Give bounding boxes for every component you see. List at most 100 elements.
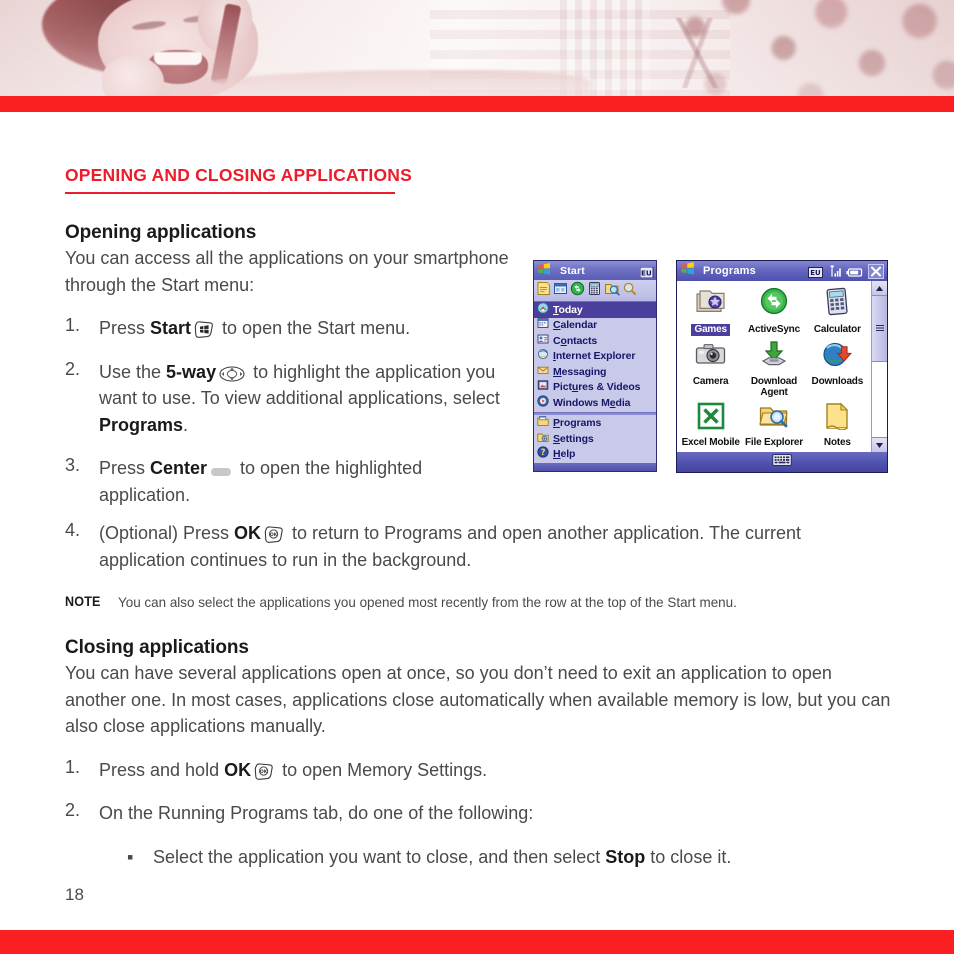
bullet-marker: ▪ [127, 846, 134, 867]
region-badge: EU [639, 265, 655, 283]
start-menu-item-contacts[interactable]: Contacts [534, 333, 656, 349]
svg-text:EU: EU [810, 269, 821, 277]
list-text: Use the 5-way to highlight the applicati… [99, 359, 517, 439]
windows-flag-icon [680, 262, 695, 280]
camera-icon [694, 341, 728, 374]
step-pre: (Optional) Press [99, 523, 235, 543]
program-item-downloads[interactable]: Downloads [806, 338, 869, 399]
list-item: 2. On the Running Programs tab, do one o… [65, 800, 891, 827]
manual-page: OPENING AND CLOSING APPLICATIONS Opening… [0, 0, 954, 954]
program-item-file-explorer[interactable]: File Explorer [742, 399, 805, 453]
start-menu-label: Windows Media [553, 396, 631, 409]
program-label: Camera [692, 375, 729, 387]
programs-screenshot: Programs EU Games ActiveSync Calculator … [676, 260, 888, 473]
recent-applications-row[interactable] [534, 280, 656, 302]
program-item-download-agent[interactable]: Download Agent [742, 338, 805, 399]
bullet-bold: Stop [605, 846, 646, 867]
start-menu-item-internet-explorer[interactable]: Internet Explorer [534, 349, 656, 365]
start-menu-item-programs[interactable]: Programs [534, 416, 656, 432]
scrollbar-track[interactable] [872, 296, 887, 437]
note-text: You can also select the applications you… [118, 594, 738, 610]
calculator-icon[interactable] [587, 281, 602, 301]
list-item: 3. Press Center to open the highlighted … [65, 455, 517, 508]
signal-icon [828, 265, 842, 283]
start-menu-titlebar: Start EU [534, 261, 656, 280]
list-text: Press Center to open the highlighted app… [99, 455, 517, 508]
step-post: to open Memory Settings. [277, 759, 488, 780]
list-item: ▪ Select the application you want to clo… [65, 844, 891, 871]
start-menu-item-calendar[interactable]: Calendar [534, 318, 656, 334]
programs-content: Games ActiveSync Calculator Camera Downl [677, 281, 887, 452]
program-label: Downloads [811, 375, 864, 387]
footer-red-bar [0, 930, 954, 954]
keyboard-icon[interactable] [772, 453, 792, 472]
closing-heading: Closing applications [65, 637, 249, 658]
program-label: Games [691, 324, 730, 336]
start-menu-label: Settings [553, 432, 594, 445]
window-icon[interactable] [553, 281, 568, 301]
programs-title: Programs [703, 265, 756, 277]
step-bold: Center [150, 458, 208, 478]
excel-mobile-icon [697, 402, 725, 435]
step-post-2: . [183, 414, 189, 435]
step-bold: Start [150, 318, 192, 338]
list-item: 4. (Optional) Press OK OK to return to Pr… [65, 520, 891, 573]
svg-text:EU: EU [641, 268, 652, 277]
start-menu-item-pictures-videos[interactable]: Pictures & Videos [534, 380, 656, 396]
start-menu-item-windows-media[interactable]: Windows Media [534, 395, 656, 411]
list-number: 1. [65, 756, 81, 777]
opening-applications-section: Opening applications You can access all … [65, 222, 517, 508]
list-item: 1. Press Start to open the Start menu. [65, 315, 517, 342]
calculator-icon [824, 287, 850, 322]
step-bold: OK [224, 759, 252, 780]
notes-icon[interactable] [536, 281, 551, 301]
start-menu-label: Help [553, 448, 576, 461]
start-menu-footer-bar [534, 463, 656, 471]
search-icon[interactable] [622, 281, 637, 301]
start-key-icon [194, 321, 214, 338]
list-text: Select the application you want to close… [153, 844, 731, 871]
program-item-notes[interactable]: Notes [806, 399, 869, 453]
list-number: 3. [65, 455, 81, 475]
start-menu-item-help[interactable]: ? Help [534, 445, 656, 463]
programs-icon-grid[interactable]: Games ActiveSync Calculator Camera Downl [677, 281, 871, 452]
file-explorer-icon [758, 402, 790, 435]
divider [534, 411, 656, 415]
ok-key-icon: OK [264, 526, 284, 543]
scrollbar-thumb[interactable] [872, 296, 887, 362]
header-red-bar [0, 96, 954, 112]
start-menu-label: Contacts [553, 334, 598, 347]
start-menu-item-settings[interactable]: Settings [534, 431, 656, 447]
note-label: NOTE [65, 594, 101, 609]
windows-flag-icon [537, 262, 551, 280]
ok-key-icon: OK [254, 762, 274, 780]
start-menu-item-messaging[interactable]: Messaging [534, 364, 656, 380]
program-item-games[interactable]: Games [679, 284, 742, 338]
downloads-icon [821, 341, 853, 374]
activesync-icon[interactable] [570, 281, 585, 301]
program-item-excel-mobile[interactable]: Excel Mobile [679, 399, 742, 453]
close-icon[interactable] [868, 264, 884, 284]
file-explorer-icon[interactable] [604, 281, 620, 301]
list-number: 1. [65, 315, 81, 335]
program-item-camera[interactable]: Camera [679, 338, 742, 399]
list-item: 2. Use the 5-way to highlight the applic… [65, 359, 517, 439]
chevron-up-icon [876, 285, 883, 291]
scroll-down-button[interactable] [872, 437, 887, 452]
list-item: 1. Press and hold OK OK to open Memory Se… [65, 757, 891, 784]
start-menu-list[interactable]: Today Calendar Contacts Internet Explore… [534, 302, 656, 463]
help-icon: ? [537, 445, 549, 463]
programs-softkey-bar[interactable] [677, 452, 887, 472]
opening-intro: You can access all the applications on y… [65, 248, 509, 295]
page-title-underline [65, 192, 395, 194]
programs-scrollbar[interactable] [871, 281, 887, 452]
list-text: Press Start to open the Start menu. [99, 315, 517, 342]
step-pre: Press [99, 318, 151, 338]
program-item-activesync[interactable]: ActiveSync [742, 284, 805, 338]
list-text: Press and hold OK OK to open Memory Setti… [99, 757, 891, 784]
program-item-calculator[interactable]: Calculator [806, 284, 869, 338]
start-menu-item-today[interactable]: Today [534, 302, 656, 318]
page-body-flow: 4. (Optional) Press OK OK to return to Pr… [65, 520, 891, 870]
program-label: Notes [823, 436, 851, 448]
bullet-post: to close it. [645, 846, 732, 867]
